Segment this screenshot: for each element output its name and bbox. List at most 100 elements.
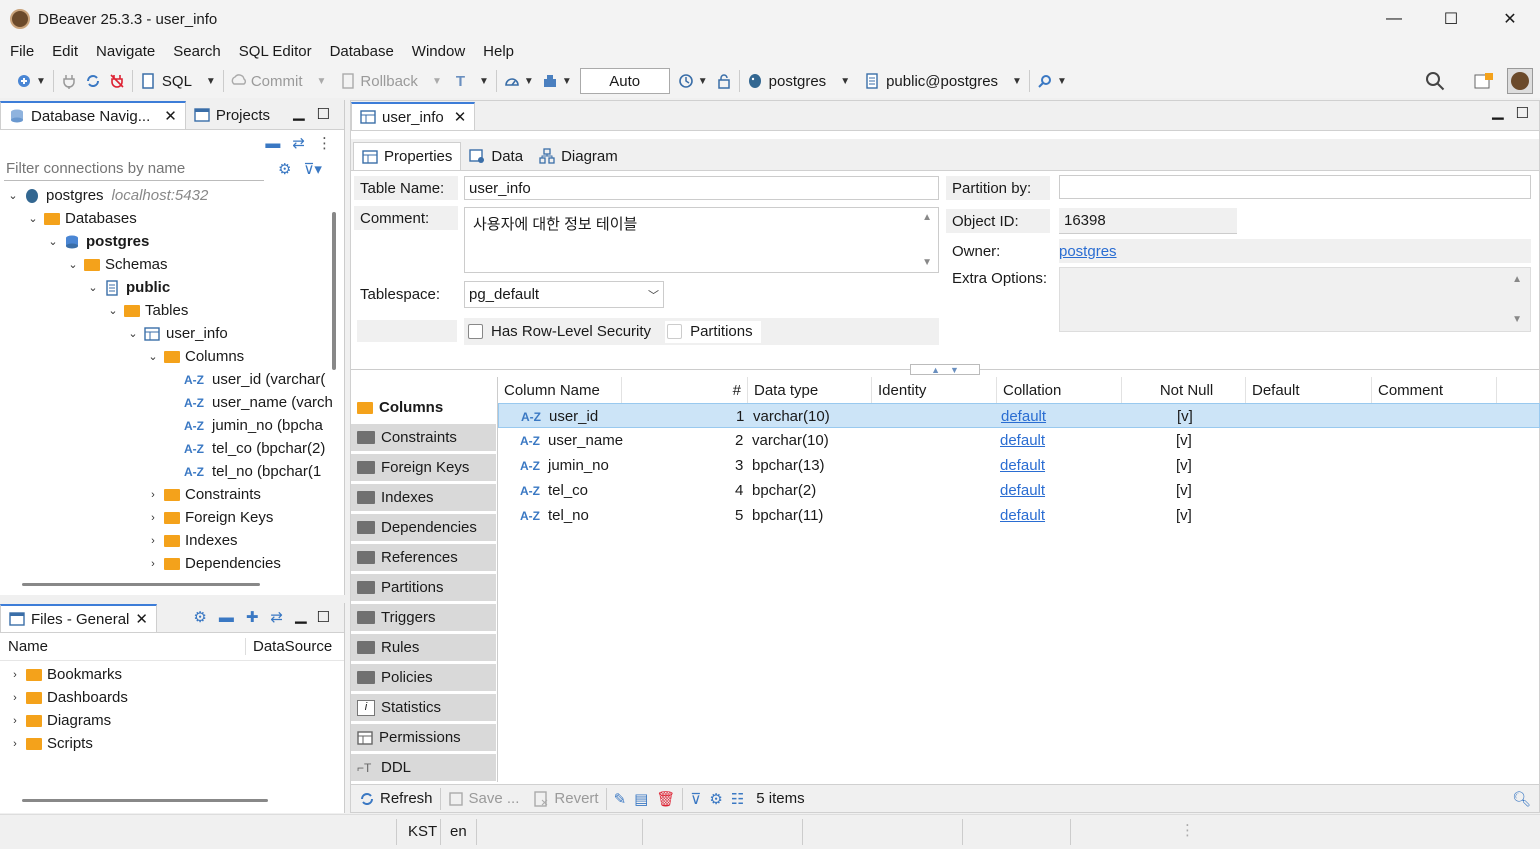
transaction-mode-field[interactable]: Auto [579,68,670,94]
settings-icon[interactable]: ⚙ [187,608,212,632]
files-item-dashboards[interactable]: › Dashboards [8,686,344,709]
sidetab-indexes[interactable]: Indexes [351,484,496,511]
tree-node-column[interactable]: A-Z tel_co (bpchar(2) [6,437,344,460]
tab-projects[interactable]: Projects [186,101,278,129]
extra-options-field[interactable]: ▲ ▼ [1059,267,1531,332]
cell-not-null[interactable]: [v] [1176,428,1192,453]
vertical-scrollbar[interactable] [332,212,336,370]
disconnect-button[interactable] [105,67,129,95]
minimize-panel-icon[interactable]: ▁ [1484,102,1512,130]
minimize-panel-icon[interactable]: ▁ [289,606,313,632]
table-row[interactable]: A-Z user_name 2 varchar(10) default [v] [498,428,1540,453]
files-item-bookmarks[interactable]: › Bookmarks [8,663,344,686]
sidetab-foreign-keys[interactable]: Foreign Keys [351,454,496,481]
partition-by-field[interactable] [1059,175,1531,199]
filter-connections-input[interactable] [4,157,264,181]
connect-button[interactable] [57,67,81,95]
sidetab-columns[interactable]: Columns [351,394,496,421]
header-number[interactable]: # [622,377,748,403]
maximize-button[interactable]: ☐ [1422,0,1480,38]
view-menu-icon[interactable]: ⋮ [317,134,332,152]
partitions-checkbox[interactable] [667,324,683,339]
tree-node-foreign-keys[interactable]: › Foreign Keys [6,506,344,529]
rls-checkbox[interactable] [468,324,483,339]
horizontal-scrollbar[interactable] [22,799,268,802]
link-editor-icon[interactable]: ⇄ [292,134,305,152]
search-dropdown-button[interactable]: ▼ [1033,67,1071,95]
maximize-panel-icon[interactable]: ☐ [313,608,344,632]
close-button[interactable]: ✕ [1481,0,1539,38]
collapse-down-icon[interactable]: ▼ [950,365,959,375]
menu-edit[interactable]: Edit [43,43,87,60]
scroll-up-icon[interactable]: ▲ [922,212,932,223]
comment-field[interactable]: 사용자에 대한 정보 테이블 ▲ ▼ [464,207,939,273]
menu-search[interactable]: Search [164,43,230,60]
header-default[interactable]: Default [1246,377,1372,403]
configure-button[interactable]: ⚙ [705,785,726,813]
tree-node-columns[interactable]: ⌄ Columns [6,345,344,368]
sidetab-rules[interactable]: Rules [351,634,496,661]
collation-link[interactable]: default [1000,457,1045,474]
refresh-button[interactable]: Refresh [355,785,437,813]
header-collation[interactable]: Collation [997,377,1122,403]
tree-node-indexes[interactable]: › Indexes [6,529,344,552]
collation-link[interactable]: default [1001,408,1046,425]
sidetab-references[interactable]: References [351,544,496,571]
filter-dropdown-icon[interactable]: ⊽▾ [303,160,322,178]
maximize-panel-icon[interactable]: ☐ [313,105,344,129]
sidetab-triggers[interactable]: Triggers [351,604,496,631]
sql-editor-button[interactable]: SQL ▼ [136,67,220,95]
global-search-button[interactable] [1424,70,1446,96]
owner-link[interactable]: postgres [1059,243,1117,260]
minimize-panel-icon[interactable]: ▁ [293,103,313,129]
menu-navigate[interactable]: Navigate [87,43,164,60]
table-row[interactable]: A-Z user_id 1 varchar(10) default [v] [498,403,1540,428]
tree-node-column[interactable]: A-Z user_name (varch [6,391,344,414]
close-icon[interactable]: ✕ [135,610,148,628]
files-column-name[interactable]: Name [0,638,246,655]
tab-database-navigator[interactable]: Database Navig... ✕ [0,101,186,129]
tree-node-db[interactable]: ⌄ postgres [6,230,344,253]
collation-link[interactable]: default [1000,507,1045,524]
dbeaver-perspective-button[interactable] [1507,68,1533,94]
edit-button[interactable]: ✎ [610,785,631,813]
delete-button[interactable]: 🗑 [652,785,679,813]
header-data-type[interactable]: Data type [748,377,872,403]
sidetab-partitions[interactable]: Partitions [351,574,496,601]
scroll-down-icon[interactable]: ▼ [1512,314,1522,325]
close-icon[interactable]: ✕ [454,108,467,126]
maximize-panel-icon[interactable]: ☐ [1512,104,1539,130]
scroll-down-icon[interactable]: ▼ [922,257,932,268]
files-item-diagrams[interactable]: › Diagrams [8,709,344,732]
horizontal-scrollbar[interactable] [22,583,260,586]
collation-link[interactable]: default [1000,482,1045,499]
collapse-icon[interactable]: ▬ [213,609,240,632]
revert-button[interactable]: Revert [529,785,602,813]
menu-help[interactable]: Help [474,43,523,60]
tree-node-column[interactable]: A-Z user_id (varchar( [6,368,344,391]
tree-node-schemas[interactable]: ⌄ Schemas [6,253,344,276]
sidetab-permissions[interactable]: Permissions [351,724,496,751]
reconnect-button[interactable] [81,67,105,95]
sash-toggle[interactable]: ▲ ▼ [910,364,980,375]
menu-database[interactable]: Database [321,43,403,60]
add-column-button[interactable]: ▤ [630,785,652,813]
transaction-mode-button[interactable]: T ▼ [452,67,493,95]
tree-node-tables[interactable]: ⌄ Tables [6,299,344,322]
cell-not-null[interactable]: [v] [1176,503,1192,528]
tree-node-databases[interactable]: ⌄ Databases [6,207,344,230]
sidetab-statistics[interactable]: i Statistics [351,694,496,721]
filter-button[interactable]: ⊽ [686,785,705,813]
sidetab-policies[interactable]: Policies [351,664,496,691]
tools-button[interactable]: ▼ [538,67,576,95]
new-connection-button[interactable]: ▼ [12,67,50,95]
tab-diagram[interactable]: Diagram [531,142,626,170]
collation-link[interactable]: default [1000,432,1045,449]
tree-node-schema[interactable]: ⌄ public [6,276,344,299]
menu-sql-editor[interactable]: SQL Editor [230,43,321,60]
tree-node-constraints[interactable]: › Constraints [6,483,344,506]
sidetab-ddl[interactable]: ⌐T DDL [351,754,496,781]
cell-not-null[interactable]: [v] [1176,453,1192,478]
columns-config-button[interactable]: ☷ [727,785,748,813]
table-name-field[interactable]: user_info [464,176,939,200]
